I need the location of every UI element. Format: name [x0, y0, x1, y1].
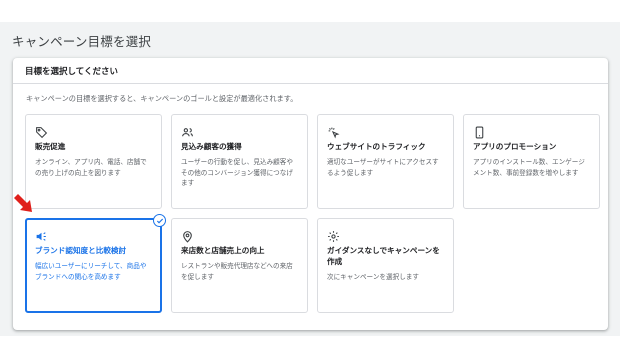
tag-icon: [35, 124, 49, 139]
panel-header: 目標を選択してください: [13, 58, 608, 84]
card-description: アプリのインストール数、エンゲージメント数、事前登録数を増やします: [473, 158, 585, 177]
page-title: キャンペーン目標を選択: [12, 34, 152, 49]
card-description: オンライン、アプリ内、電話、店舗での売り上げの向上を図ります: [35, 158, 147, 177]
card-title: 見込み顧客の獲得: [181, 142, 242, 151]
goal-card-brand-awareness[interactable]: ブランド認知度と比較検討 幅広いユーザーにリーチして、商品やブランドへの関心を高…: [25, 214, 166, 313]
card-title: 販売促進: [35, 142, 66, 151]
mobile-phone-icon: [473, 124, 487, 139]
panel-description: キャンペーンの目標を選択すると、キャンペーンのゴールと設定が最適化されます。: [26, 94, 298, 103]
location-pin-icon: [181, 228, 195, 243]
card-title: ガイダンスなしでキャンペーンを作成: [327, 246, 440, 266]
card-title: アプリのプロモーション: [473, 142, 557, 151]
card-title: 来店数と店舗売上の向上: [181, 246, 265, 255]
people-icon: [181, 124, 195, 138]
card-description: 適切なユーザーがサイトにアクセスするよう促します: [327, 158, 439, 177]
card-description: 次にキャンペーンを選択します: [327, 273, 419, 281]
gear-icon: [327, 228, 341, 242]
goal-card-sales[interactable]: 販売促進 オンライン、アプリ内、電話、店舗での売り上げの向上を図ります: [25, 114, 162, 209]
goal-card-app-promotion[interactable]: アプリのプロモーション アプリのインストール数、エンゲージメント数、事前登録数を…: [463, 114, 600, 209]
card-title: ブランド認知度と比較検討: [35, 246, 127, 255]
megaphone-icon: [35, 228, 49, 242]
goal-selection-panel: 目標を選択してください キャンペーンの目標を選択すると、キャンペーンのゴールと設…: [13, 58, 608, 330]
card-description: 幅広いユーザーにリーチして、商品やブランドへの関心を高めます: [35, 262, 147, 281]
goal-card-store-visits[interactable]: 来店数と店舗売上の向上 レストランや販売代理店などへの来店を促します: [171, 218, 308, 313]
goal-card-leads[interactable]: 見込み顧客の獲得 ユーザーの行動を促し、見込み顧客やその他のコンバージョン獲得に…: [171, 114, 308, 209]
goal-card-no-guidance[interactable]: ガイダンスなしでキャンペーンを作成 次にキャンペーンを選択します: [317, 218, 454, 313]
goal-card-website-traffic[interactable]: ウェブサイトのトラフィック 適切なユーザーがサイトにアクセスするよう促します: [317, 114, 454, 209]
annotation-arrow-icon: [14, 194, 32, 212]
card-title: ウェブサイトのトラフィック: [327, 142, 426, 151]
card-description: レストランや販売代理店などへの来店を促します: [181, 262, 293, 281]
selected-check-icon: [153, 214, 166, 227]
card-description: ユーザーの行動を促し、見込み顧客やその他のコンバージョン獲得につなげます: [181, 158, 293, 187]
cursor-click-icon: [327, 124, 341, 139]
